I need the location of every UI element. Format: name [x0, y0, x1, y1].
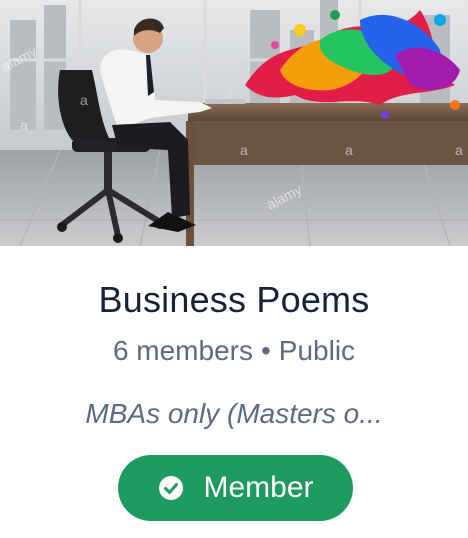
group-meta: 6 members • Public: [0, 332, 468, 370]
member-button-label: Member: [203, 471, 314, 504]
svg-text:a: a: [345, 142, 353, 158]
group-description: MBAs only (Masters o...: [85, 398, 383, 429]
group-card[interactable]: alamy alamy a a a a a Business Poems 6 m…: [0, 0, 468, 538]
visibility-label: Public: [278, 335, 356, 366]
check-circle-icon: [157, 474, 185, 502]
svg-text:a: a: [455, 142, 463, 158]
svg-text:a: a: [240, 142, 248, 158]
svg-text:a: a: [80, 92, 88, 108]
meta-separator: •: [260, 335, 271, 366]
member-count: 6 members: [112, 335, 253, 366]
svg-text:a: a: [20, 117, 28, 133]
group-cover-image[interactable]: alamy alamy a a a a a: [0, 0, 468, 246]
group-name[interactable]: Business Poems: [0, 278, 468, 322]
member-button[interactable]: Member: [118, 455, 353, 521]
